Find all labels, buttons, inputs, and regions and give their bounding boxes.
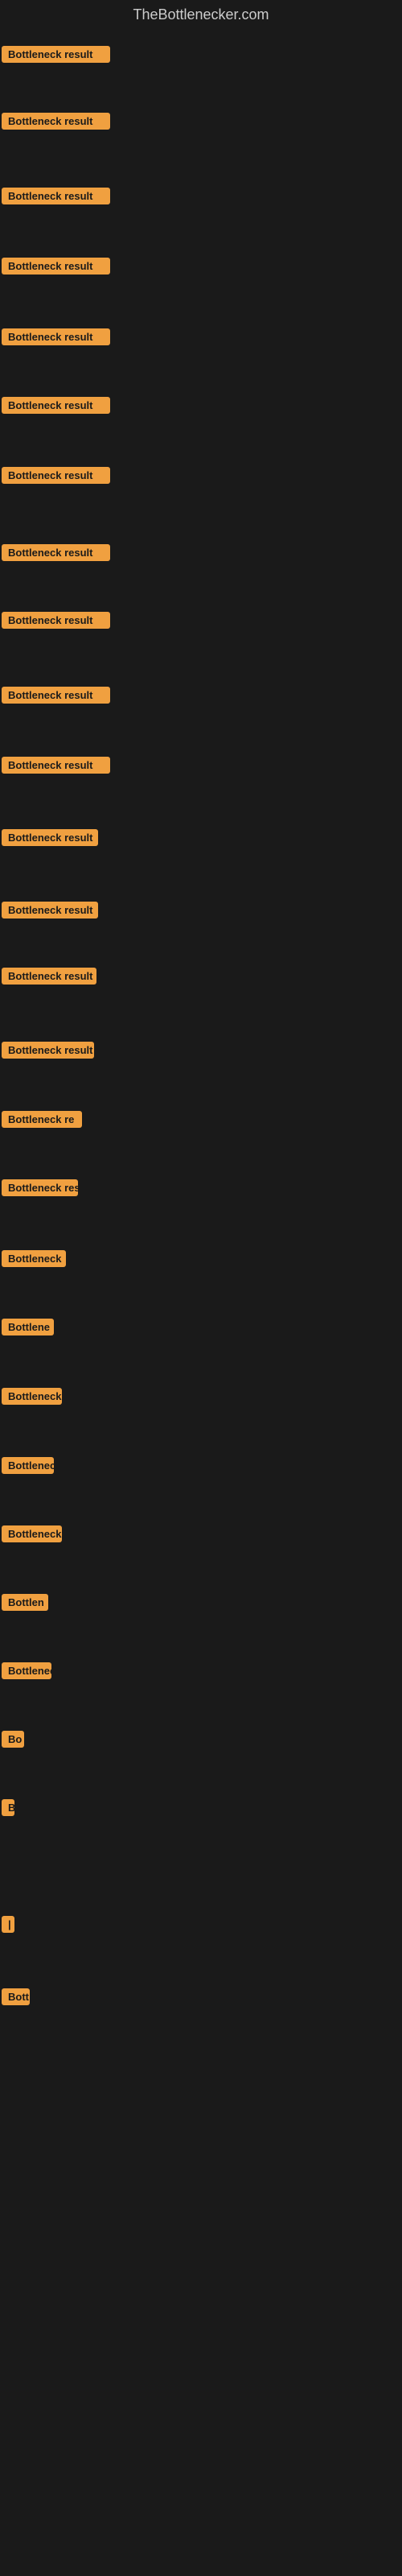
bottleneck-badge-28[interactable]: Bott	[2, 1988, 30, 2005]
bottleneck-badge-row-17: Bottleneck resul	[2, 1179, 78, 1200]
bottleneck-badge-12[interactable]: Bottleneck result	[2, 829, 98, 846]
bottleneck-badge-row-1: Bottleneck result	[2, 46, 110, 67]
bottleneck-badge-26[interactable]: B	[2, 1799, 14, 1816]
bottleneck-badge-18[interactable]: Bottleneck	[2, 1250, 66, 1267]
bottleneck-badge-row-4: Bottleneck result	[2, 258, 110, 279]
bottleneck-badge-row-10: Bottleneck result	[2, 687, 110, 708]
bottleneck-badge-row-28: Bott	[2, 1988, 30, 2009]
bottleneck-badge-1[interactable]: Bottleneck result	[2, 46, 110, 63]
bottleneck-badge-row-22: Bottleneck re	[2, 1525, 62, 1546]
bottleneck-badge-15[interactable]: Bottleneck result	[2, 1042, 94, 1059]
bottleneck-badge-row-2: Bottleneck result	[2, 113, 110, 134]
bottleneck-badge-row-25: Bo	[2, 1731, 24, 1752]
site-title: TheBottlenecker.com	[0, 0, 402, 30]
bottleneck-badge-row-6: Bottleneck result	[2, 397, 110, 418]
bottleneck-badge-row-20: Bottleneck r	[2, 1388, 62, 1409]
bottleneck-badge-6[interactable]: Bottleneck result	[2, 397, 110, 414]
bottleneck-badge-row-27: |	[2, 1916, 14, 1937]
bottleneck-badge-row-13: Bottleneck result	[2, 902, 98, 923]
bottleneck-badge-3[interactable]: Bottleneck result	[2, 188, 110, 204]
bottleneck-badge-4[interactable]: Bottleneck result	[2, 258, 110, 275]
bottleneck-badge-10[interactable]: Bottleneck result	[2, 687, 110, 704]
bottleneck-badge-row-11: Bottleneck result	[2, 757, 110, 778]
bottleneck-badge-row-24: Bottleneck	[2, 1662, 51, 1683]
bottleneck-badge-row-15: Bottleneck result	[2, 1042, 94, 1063]
bottleneck-badge-row-26: B	[2, 1799, 14, 1820]
bottleneck-badge-row-3: Bottleneck result	[2, 188, 110, 208]
bottleneck-badge-row-5: Bottleneck result	[2, 328, 110, 349]
bottleneck-badge-row-16: Bottleneck re	[2, 1111, 82, 1132]
bottleneck-badge-22[interactable]: Bottleneck re	[2, 1525, 62, 1542]
bottleneck-badge-14[interactable]: Bottleneck result	[2, 968, 96, 985]
bottleneck-badge-row-18: Bottleneck	[2, 1250, 66, 1271]
bottleneck-badge-row-8: Bottleneck result	[2, 544, 110, 565]
bottleneck-badge-row-12: Bottleneck result	[2, 829, 98, 850]
bottleneck-badge-17[interactable]: Bottleneck resul	[2, 1179, 78, 1196]
bottleneck-badge-27[interactable]: |	[2, 1916, 14, 1933]
bottleneck-badge-row-23: Bottlen	[2, 1594, 48, 1615]
bottleneck-badge-16[interactable]: Bottleneck re	[2, 1111, 82, 1128]
bottleneck-badge-row-14: Bottleneck result	[2, 968, 96, 989]
bottleneck-badge-23[interactable]: Bottlen	[2, 1594, 48, 1611]
bottleneck-badge-row-7: Bottleneck result	[2, 467, 110, 488]
bottleneck-badge-24[interactable]: Bottleneck	[2, 1662, 51, 1679]
bottleneck-badge-2[interactable]: Bottleneck result	[2, 113, 110, 130]
bottleneck-badge-7[interactable]: Bottleneck result	[2, 467, 110, 484]
bottleneck-badge-20[interactable]: Bottleneck r	[2, 1388, 62, 1405]
bottleneck-badge-19[interactable]: Bottlene	[2, 1319, 54, 1335]
bottleneck-badge-row-9: Bottleneck result	[2, 612, 110, 633]
bottleneck-badge-13[interactable]: Bottleneck result	[2, 902, 98, 919]
bottleneck-badge-5[interactable]: Bottleneck result	[2, 328, 110, 345]
bottleneck-badge-8[interactable]: Bottleneck result	[2, 544, 110, 561]
bottleneck-badge-row-21: Bottleneck	[2, 1457, 54, 1478]
bottleneck-badge-11[interactable]: Bottleneck result	[2, 757, 110, 774]
bottleneck-badge-row-19: Bottlene	[2, 1319, 54, 1340]
bottleneck-badge-25[interactable]: Bo	[2, 1731, 24, 1748]
bottleneck-badge-21[interactable]: Bottleneck	[2, 1457, 54, 1474]
bottleneck-badge-9[interactable]: Bottleneck result	[2, 612, 110, 629]
